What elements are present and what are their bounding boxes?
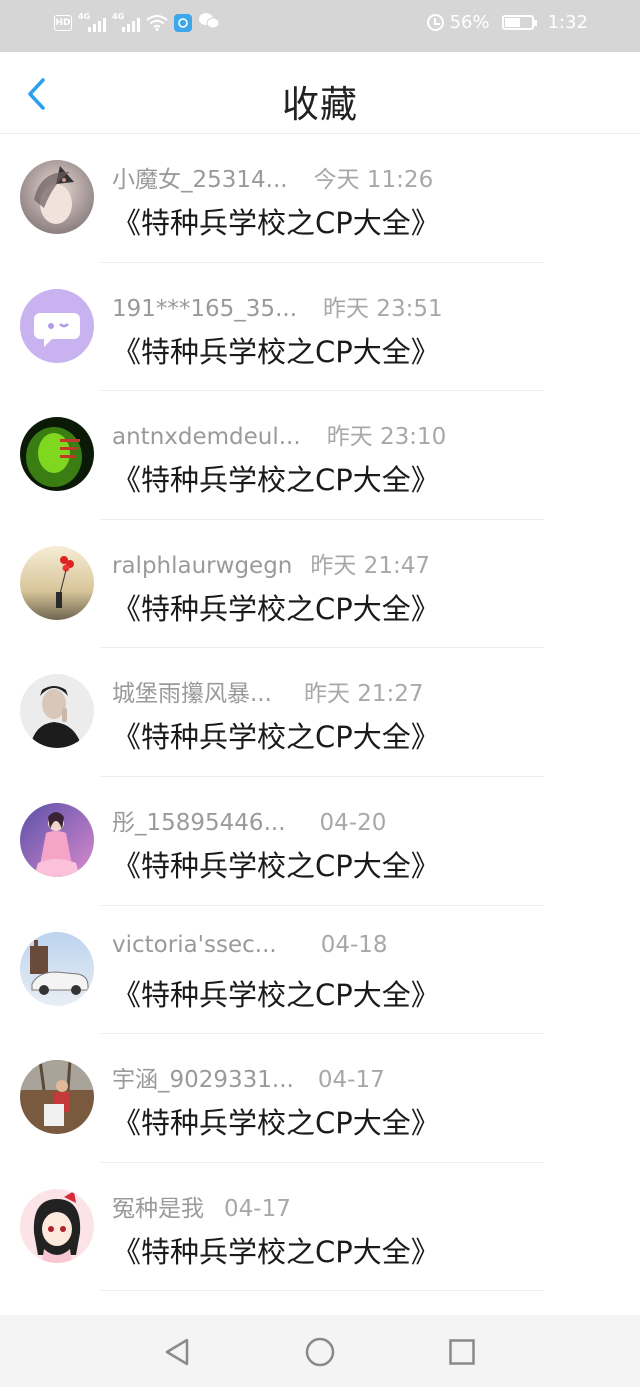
timestamp: 04-18 (320, 931, 388, 958)
list-item[interactable]: victoria'ssec... 04-18 《特种兵学校之CP大全》 (0, 906, 640, 1035)
status-icons-right: 56% 1:32 (426, 12, 588, 33)
status-bar: HD 4G 4G 56% 1:32 (0, 0, 640, 52)
avatar[interactable] (20, 417, 94, 492)
timestamp: 今天 11:26 (313, 167, 434, 193)
timestamp: 04-17 (224, 1195, 291, 1222)
timestamp: 昨天 23:51 (323, 295, 443, 322)
navigation-bar: 收藏 (0, 52, 640, 134)
system-navigation-bar (0, 1315, 640, 1387)
user-name[interactable]: 冤种是我 (112, 1189, 204, 1223)
avatar[interactable] (20, 674, 94, 749)
list-item[interactable]: 城堡雨攥风暴... 昨天 21:27 《特种兵学校之CP大全》 (0, 648, 640, 777)
avatar[interactable] (20, 802, 94, 877)
item-meta: 彤_15895446... 04-20 (112, 803, 386, 837)
avatar[interactable] (20, 931, 94, 1006)
item-meta: 191***165_35... 昨天 23:51 (112, 289, 443, 323)
list-item[interactable]: 彤_15895446... 04-20 《特种兵学校之CP大全》 (0, 777, 640, 906)
avatar[interactable] (20, 288, 94, 363)
item-meta: 宇涵_9029331... 04-17 (112, 1060, 385, 1094)
nav-back-button[interactable] (162, 1337, 192, 1367)
item-meta: antnxdemdeul... 昨天 23:10 (112, 417, 446, 451)
timestamp: 04-20 (319, 809, 387, 836)
nav-recents-button[interactable] (447, 1337, 477, 1367)
user-name[interactable]: 宇涵_9029331... (112, 1060, 294, 1094)
alarm-icon (426, 14, 444, 31)
wifi-icon (146, 15, 168, 31)
wechat-icon (198, 12, 220, 34)
favorite-title[interactable]: 《特种兵学校之CP大全》 (112, 843, 440, 885)
square-recents-icon (449, 1339, 475, 1365)
item-meta: victoria'ssec... 04-18 (112, 932, 388, 958)
item-meta: 小魔女_25314... 今天 11:26 (112, 160, 433, 194)
list-item[interactable]: antnxdemdeul... 昨天 23:10 《特种兵学校之CP大全》 (0, 391, 640, 520)
user-name[interactable]: ralphlaurwgegn (112, 553, 292, 579)
page-title: 收藏 (282, 83, 358, 126)
timestamp: 昨天 23:10 (326, 424, 447, 451)
item-meta: 城堡雨攥风暴... 昨天 21:27 (112, 674, 424, 708)
avatar[interactable] (20, 1188, 94, 1263)
avatar[interactable] (20, 545, 94, 620)
favorite-title[interactable]: 《特种兵学校之CP大全》 (112, 586, 440, 628)
favorite-title[interactable]: 《特种兵学校之CP大全》 (112, 1229, 440, 1271)
user-name[interactable]: 城堡雨攥风暴... (112, 674, 272, 708)
clock: 1:32 (547, 12, 588, 33)
list-item[interactable]: 191***165_35... 昨天 23:51 《特种兵学校之CP大全》 (0, 263, 640, 392)
favorite-title[interactable]: 《特种兵学校之CP大全》 (112, 200, 440, 242)
favorite-title[interactable]: 《特种兵学校之CP大全》 (112, 457, 440, 499)
list-item[interactable]: ralphlaurwgegn 昨天 21:47 《特种兵学校之CP大全》 (0, 520, 640, 649)
item-meta: 冤种是我 04-17 (112, 1189, 291, 1223)
status-icons-left: HD 4G 4G (54, 12, 220, 34)
list-item[interactable]: 小魔女_25314... 今天 11:26 《特种兵学校之CP大全》 (0, 134, 640, 263)
favorite-title[interactable]: 《特种兵学校之CP大全》 (112, 1100, 440, 1142)
user-name[interactable]: 彤_15895446... (112, 803, 286, 837)
app-notification-icon (174, 14, 192, 32)
item-meta: ralphlaurwgegn 昨天 21:47 (112, 546, 430, 580)
hd-icon: HD (54, 15, 72, 31)
battery-icon (501, 15, 537, 30)
favorite-title[interactable]: 《特种兵学校之CP大全》 (112, 714, 440, 756)
battery-percent: 56% (449, 12, 490, 33)
nav-home-button[interactable] (305, 1337, 335, 1367)
user-name[interactable]: antnxdemdeul... (112, 424, 301, 450)
user-name[interactable]: victoria'ssec... (112, 932, 277, 958)
timestamp: 昨天 21:47 (310, 552, 430, 579)
signal-icon: 4G (78, 12, 106, 32)
favorites-list: 小魔女_25314... 今天 11:26 《特种兵学校之CP大全》 191**… (0, 134, 640, 1292)
avatar[interactable] (20, 1060, 94, 1135)
circle-home-icon (305, 1337, 335, 1367)
user-name[interactable]: 小魔女_25314... (112, 160, 288, 194)
divider (100, 1290, 544, 1292)
timestamp: 昨天 21:27 (303, 681, 424, 708)
list-item[interactable]: 宇涵_9029331... 04-17 《特种兵学校之CP大全》 (0, 1034, 640, 1163)
avatar[interactable] (20, 160, 94, 234)
signal-icon: 4G (112, 12, 140, 32)
favorite-title[interactable]: 《特种兵学校之CP大全》 (112, 972, 440, 1014)
user-name[interactable]: 191***165_35... (112, 296, 297, 322)
list-item[interactable]: 冤种是我 04-17 《特种兵学校之CP大全》 (0, 1163, 640, 1292)
triangle-back-icon (165, 1338, 189, 1366)
timestamp: 04-17 (317, 1067, 385, 1094)
favorite-title[interactable]: 《特种兵学校之CP大全》 (112, 329, 440, 371)
